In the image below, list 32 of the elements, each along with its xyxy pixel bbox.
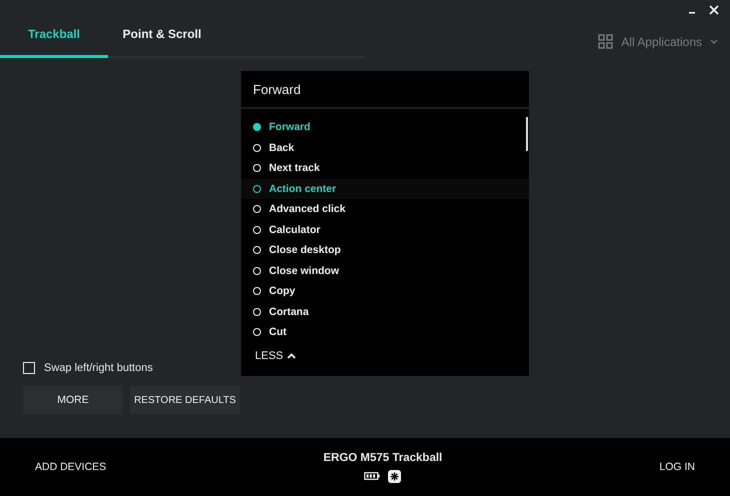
menu-item[interactable]: Back xyxy=(241,138,529,158)
scrollbar-thumb[interactable] xyxy=(526,117,528,151)
menu-item[interactable]: Close window xyxy=(241,260,529,281)
checkbox-label: Swap left/right buttons xyxy=(44,362,153,374)
tab[interactable]: Point & Scroll xyxy=(108,27,216,58)
menu-item[interactable]: Next track xyxy=(241,158,529,178)
chevron-down-icon[interactable] xyxy=(710,39,718,44)
close-icon[interactable] xyxy=(708,4,720,16)
less-button[interactable]: LESS xyxy=(255,350,296,362)
add-devices-link[interactable]: ADD DEVICES xyxy=(35,461,106,473)
radio-button[interactable] xyxy=(253,184,261,193)
menu-item[interactable]: Copy xyxy=(241,281,529,302)
menu-title: Forward xyxy=(241,71,529,109)
log-in-link[interactable]: LOG IN xyxy=(659,461,695,473)
battery-icon xyxy=(364,472,380,480)
menu-item[interactable]: Cortana xyxy=(241,302,529,322)
chevron-up-icon xyxy=(287,353,296,359)
device-name: ERGO M575 Trackball xyxy=(323,452,442,464)
receiver-icon xyxy=(388,470,402,482)
menu-item[interactable]: Forward xyxy=(241,117,529,138)
more-button[interactable]: MORE xyxy=(23,386,123,414)
app-selector[interactable]: All Applications xyxy=(621,34,702,48)
menu-item[interactable]: Advanced click xyxy=(241,199,529,220)
tab[interactable]: Trackball xyxy=(0,27,108,58)
radio-button[interactable] xyxy=(253,123,261,132)
menu-item[interactable]: Cut xyxy=(241,322,529,342)
menu-item[interactable]: Action center xyxy=(241,178,529,199)
menu-item[interactable]: Close desktop xyxy=(241,240,529,260)
checkbox[interactable] xyxy=(23,362,35,374)
restore-defaults-button[interactable]: RESTORE DEFAULTS xyxy=(130,386,240,414)
grid-icon[interactable] xyxy=(598,34,614,49)
menu-item[interactable]: Calculator xyxy=(241,220,529,240)
